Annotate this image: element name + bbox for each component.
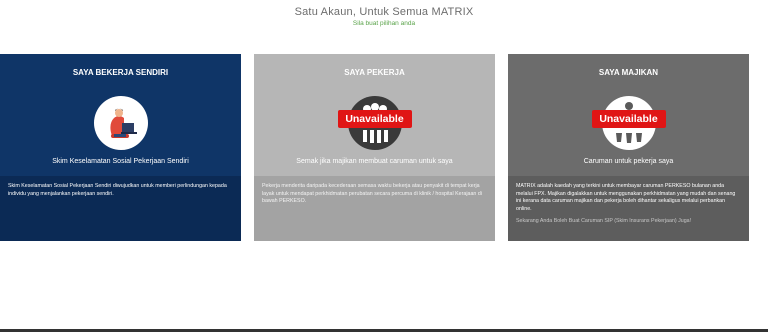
card-description: Skim Keselamatan Sosial Pekerjaan Sendir…	[0, 176, 241, 241]
card-employee[interactable]: SAYA PEKERJA Unavailable Semak jika maji…	[254, 54, 495, 241]
unavailable-badge: Unavailable	[591, 110, 666, 128]
card-description: MATRIX adalah kaedah yang terkini untuk …	[516, 183, 736, 212]
unavailable-badge: Unavailable	[337, 110, 412, 128]
card-heading: SAYA MAJIKAN	[598, 68, 659, 77]
card-employer[interactable]: SAYA MAJIKAN Unavailable Caruman untuk p…	[508, 54, 749, 241]
card-heading: SAYA PEKERJA	[344, 68, 405, 77]
page-header: Satu Akaun, Untuk Semua MATRIX Sila buat…	[0, 6, 768, 27]
page-title: Satu Akaun, Untuk Semua MATRIX	[294, 6, 474, 18]
card-self-employed[interactable]: SAYA BEKERJA SENDIRI Skim Keselamatan So…	[0, 54, 241, 241]
card-heading: SAYA BEKERJA SENDIRI	[72, 68, 169, 77]
card-description-block: MATRIX adalah kaedah yang terkini untuk …	[508, 176, 749, 241]
page-subtitle: Sila buat pilihan anda	[352, 20, 416, 27]
card-tagline: Caruman untuk pekerja saya	[583, 158, 674, 165]
person-laptop-icon	[93, 96, 148, 150]
card-description: Pekerja menderita daripada kecederaan se…	[254, 176, 495, 241]
card-note: Sekarang Anda Boleh Buat Caruman SIP (Sk…	[516, 218, 692, 225]
card-tagline: Skim Keselamatan Sosial Pekerjaan Sendir…	[52, 158, 189, 165]
card-tagline: Semak jika majikan membuat caruman untuk…	[296, 158, 453, 165]
